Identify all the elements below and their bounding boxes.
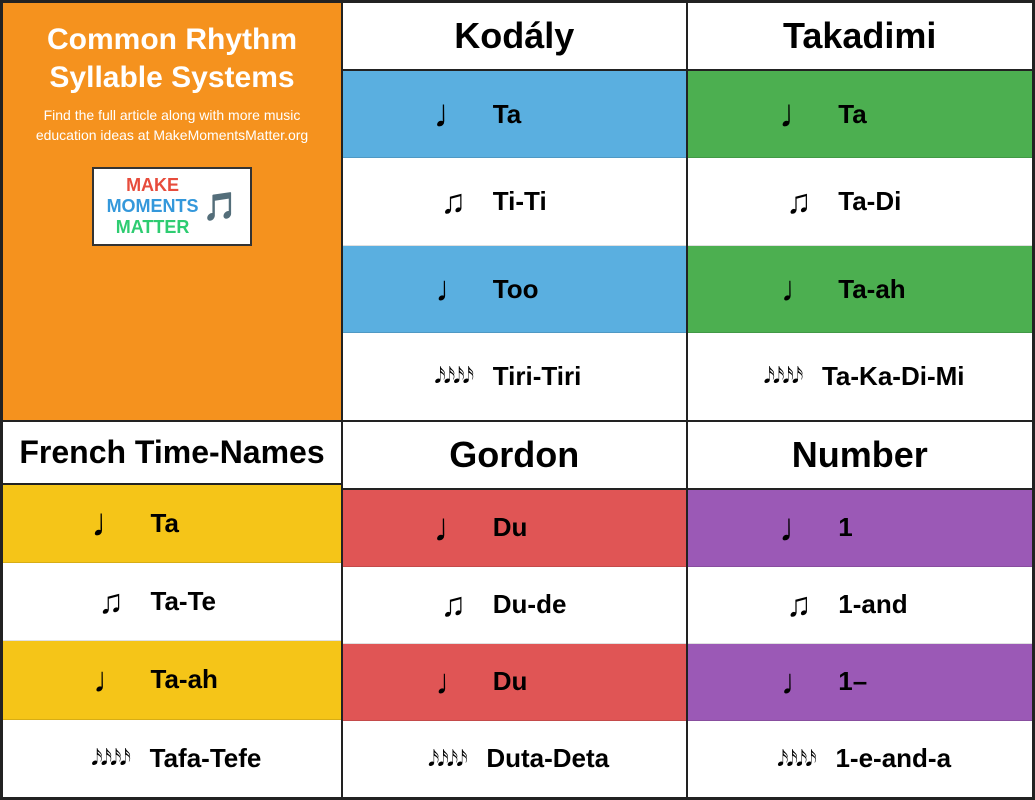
french-syllable-4: Tafa-Tefe bbox=[150, 743, 262, 774]
note-dotted-1: ♩ bbox=[426, 271, 481, 307]
french-row-3: ♩ Ta-ah bbox=[3, 641, 341, 719]
note-sixteenth-2: 𝅘𝅥𝅯𝅘𝅥𝅯𝅘𝅥𝅯𝅘𝅥𝅯 bbox=[755, 365, 810, 387]
kodaly-header: Kodály bbox=[343, 3, 686, 71]
number-row-1: ♩ 1 bbox=[688, 490, 1033, 567]
gordon-syllable-4: Duta-Deta bbox=[486, 743, 609, 774]
number-rows: ♩ 1 ♫ 1-and ♩ 1– 𝅘𝅥𝅯𝅘𝅥𝅯𝅘𝅥𝅯𝅘𝅥𝅯 1-e-and-a bbox=[688, 490, 1033, 797]
logo-box: MAKE MOMENTS MATTER 🎵 bbox=[92, 167, 252, 246]
number-syllable-1: 1 bbox=[838, 512, 948, 543]
note-quarter-2: ♩ bbox=[771, 94, 826, 134]
takadimi-rows: ♩ Ta ♫ Ta-Di ♩ Ta-ah 𝅘𝅥𝅯𝅘𝅥𝅯𝅘𝅥𝅯𝅘𝅥𝅯 Ta-Ka-… bbox=[688, 71, 1033, 420]
gordon-row-3: ♩ Du bbox=[343, 644, 686, 721]
kodaly-column: Kodály ♩ Ta ♫ Ti-Ti ♩ Too 𝅘𝅥𝅯𝅘𝅥𝅯𝅘𝅥𝅯𝅘𝅥𝅯 T… bbox=[343, 3, 688, 422]
takadimi-syllable-4: Ta-Ka-Di-Mi bbox=[822, 361, 965, 392]
number-row-4: 𝅘𝅥𝅯𝅘𝅥𝅯𝅘𝅥𝅯𝅘𝅥𝅯 1-e-and-a bbox=[688, 721, 1033, 797]
note-dotted-3: ♩ bbox=[84, 662, 139, 698]
note-quarter-5: ♩ bbox=[771, 508, 826, 548]
gordon-syllable-2: Du-de bbox=[493, 589, 603, 620]
french-header: French Time-Names bbox=[3, 422, 341, 485]
main-grid: Common Rhythm Syllable Systems Find the … bbox=[0, 0, 1035, 800]
note-eighth-4: ♫ bbox=[426, 588, 481, 622]
note-eighth-3: ♫ bbox=[84, 585, 139, 619]
note-eighth-5: ♫ bbox=[771, 588, 826, 622]
note-eighth-2: ♫ bbox=[771, 185, 826, 219]
french-syllable-2: Ta-Te bbox=[151, 586, 261, 617]
french-column: French Time-Names ♩ Ta ♫ Ta-Te ♩ Ta-ah 𝅘… bbox=[3, 422, 343, 797]
logo-icon: 🎵 bbox=[203, 190, 238, 223]
logo-moments: MOMENTS bbox=[107, 196, 199, 217]
note-dotted-5: ♩ bbox=[771, 664, 826, 700]
french-row-4: 𝅘𝅥𝅯𝅘𝅥𝅯𝅘𝅥𝅯𝅘𝅥𝅯 Tafa-Tefe bbox=[3, 720, 341, 797]
takadimi-column: Takadimi ♩ Ta ♫ Ta-Di ♩ Ta-ah 𝅘𝅥𝅯𝅘𝅥𝅯𝅘𝅥𝅯𝅘… bbox=[688, 3, 1033, 422]
kodaly-syllable-1: Ta bbox=[493, 99, 603, 130]
kodaly-row-3: ♩ Too bbox=[343, 246, 686, 333]
french-syllable-3: Ta-ah bbox=[151, 664, 261, 695]
page-subtitle: Find the full article along with more mu… bbox=[19, 106, 325, 145]
note-dotted-4: ♩ bbox=[426, 664, 481, 700]
french-row-1: ♩ Ta bbox=[3, 485, 341, 563]
page-title: Common Rhythm Syllable Systems bbox=[19, 21, 325, 96]
number-column: Number ♩ 1 ♫ 1-and ♩ 1– 𝅘𝅥𝅯𝅘𝅥𝅯𝅘𝅥𝅯𝅘𝅥𝅯 1-e… bbox=[688, 422, 1033, 797]
french-row-2: ♫ Ta-Te bbox=[3, 563, 341, 641]
note-eighth-1: ♫ bbox=[426, 185, 481, 219]
gordon-syllable-3: Du bbox=[493, 666, 603, 697]
takadimi-row-2: ♫ Ta-Di bbox=[688, 158, 1033, 245]
note-sixteenth-1: 𝅘𝅥𝅯𝅘𝅥𝅯𝅘𝅥𝅯𝅘𝅥𝅯 bbox=[426, 365, 481, 387]
kodaly-row-2: ♫ Ti-Ti bbox=[343, 158, 686, 245]
takadimi-syllable-3: Ta-ah bbox=[838, 274, 948, 305]
number-row-2: ♫ 1-and bbox=[688, 567, 1033, 644]
kodaly-syllable-3: Too bbox=[493, 274, 603, 305]
french-rows: ♩ Ta ♫ Ta-Te ♩ Ta-ah 𝅘𝅥𝅯𝅘𝅥𝅯𝅘𝅥𝅯𝅘𝅥𝅯 Tafa-T… bbox=[3, 485, 341, 797]
note-quarter-1: ♩ bbox=[426, 94, 481, 134]
number-syllable-4: 1-e-and-a bbox=[835, 743, 951, 774]
note-sixteenth-5: 𝅘𝅥𝅯𝅘𝅥𝅯𝅘𝅥𝅯𝅘𝅥𝅯 bbox=[768, 748, 823, 770]
gordon-row-2: ♫ Du-de bbox=[343, 567, 686, 644]
number-syllable-3: 1– bbox=[838, 666, 948, 697]
takadimi-header: Takadimi bbox=[688, 3, 1033, 71]
logo-make: MAKE bbox=[107, 175, 199, 196]
kodaly-row-4: 𝅘𝅥𝅯𝅘𝅥𝅯𝅘𝅥𝅯𝅘𝅥𝅯 Tiri-Tiri bbox=[343, 333, 686, 419]
gordon-row-4: 𝅘𝅥𝅯𝅘𝅥𝅯𝅘𝅥𝅯𝅘𝅥𝅯 Duta-Deta bbox=[343, 721, 686, 797]
note-quarter-3: ♩ bbox=[84, 503, 139, 543]
kodaly-syllable-4: Tiri-Tiri bbox=[493, 361, 603, 392]
takadimi-syllable-1: Ta bbox=[838, 99, 948, 130]
takadimi-row-3: ♩ Ta-ah bbox=[688, 246, 1033, 333]
gordon-syllable-1: Du bbox=[493, 512, 603, 543]
kodaly-row-1: ♩ Ta bbox=[343, 71, 686, 158]
kodaly-rows: ♩ Ta ♫ Ti-Ti ♩ Too 𝅘𝅥𝅯𝅘𝅥𝅯𝅘𝅥𝅯𝅘𝅥𝅯 Tiri-Tir… bbox=[343, 71, 686, 420]
gordon-rows: ♩ Du ♫ Du-de ♩ Du 𝅘𝅥𝅯𝅘𝅥𝅯𝅘𝅥𝅯𝅘𝅥𝅯 Duta-Deta bbox=[343, 490, 686, 797]
takadimi-row-1: ♩ Ta bbox=[688, 71, 1033, 158]
french-syllable-1: Ta bbox=[151, 508, 261, 539]
takadimi-row-4: 𝅘𝅥𝅯𝅘𝅥𝅯𝅘𝅥𝅯𝅘𝅥𝅯 Ta-Ka-Di-Mi bbox=[688, 333, 1033, 419]
gordon-header: Gordon bbox=[343, 422, 686, 490]
number-row-3: ♩ 1– bbox=[688, 644, 1033, 721]
gordon-column: Gordon ♩ Du ♫ Du-de ♩ Du 𝅘𝅥𝅯𝅘𝅥𝅯𝅘𝅥𝅯𝅘𝅥𝅯 Du… bbox=[343, 422, 688, 797]
gordon-row-1: ♩ Du bbox=[343, 490, 686, 567]
kodaly-syllable-2: Ti-Ti bbox=[493, 186, 603, 217]
note-quarter-4: ♩ bbox=[426, 508, 481, 548]
number-syllable-2: 1-and bbox=[838, 589, 948, 620]
note-dotted-2: ♩ bbox=[771, 271, 826, 307]
takadimi-syllable-2: Ta-Di bbox=[838, 186, 948, 217]
header-description: Common Rhythm Syllable Systems Find the … bbox=[3, 3, 343, 422]
note-sixteenth-4: 𝅘𝅥𝅯𝅘𝅥𝅯𝅘𝅥𝅯𝅘𝅥𝅯 bbox=[419, 748, 474, 770]
number-header: Number bbox=[688, 422, 1033, 490]
logo-matter: MATTER bbox=[107, 217, 199, 238]
note-sixteenth-3: 𝅘𝅥𝅯𝅘𝅥𝅯𝅘𝅥𝅯𝅘𝅥𝅯 bbox=[83, 747, 138, 769]
